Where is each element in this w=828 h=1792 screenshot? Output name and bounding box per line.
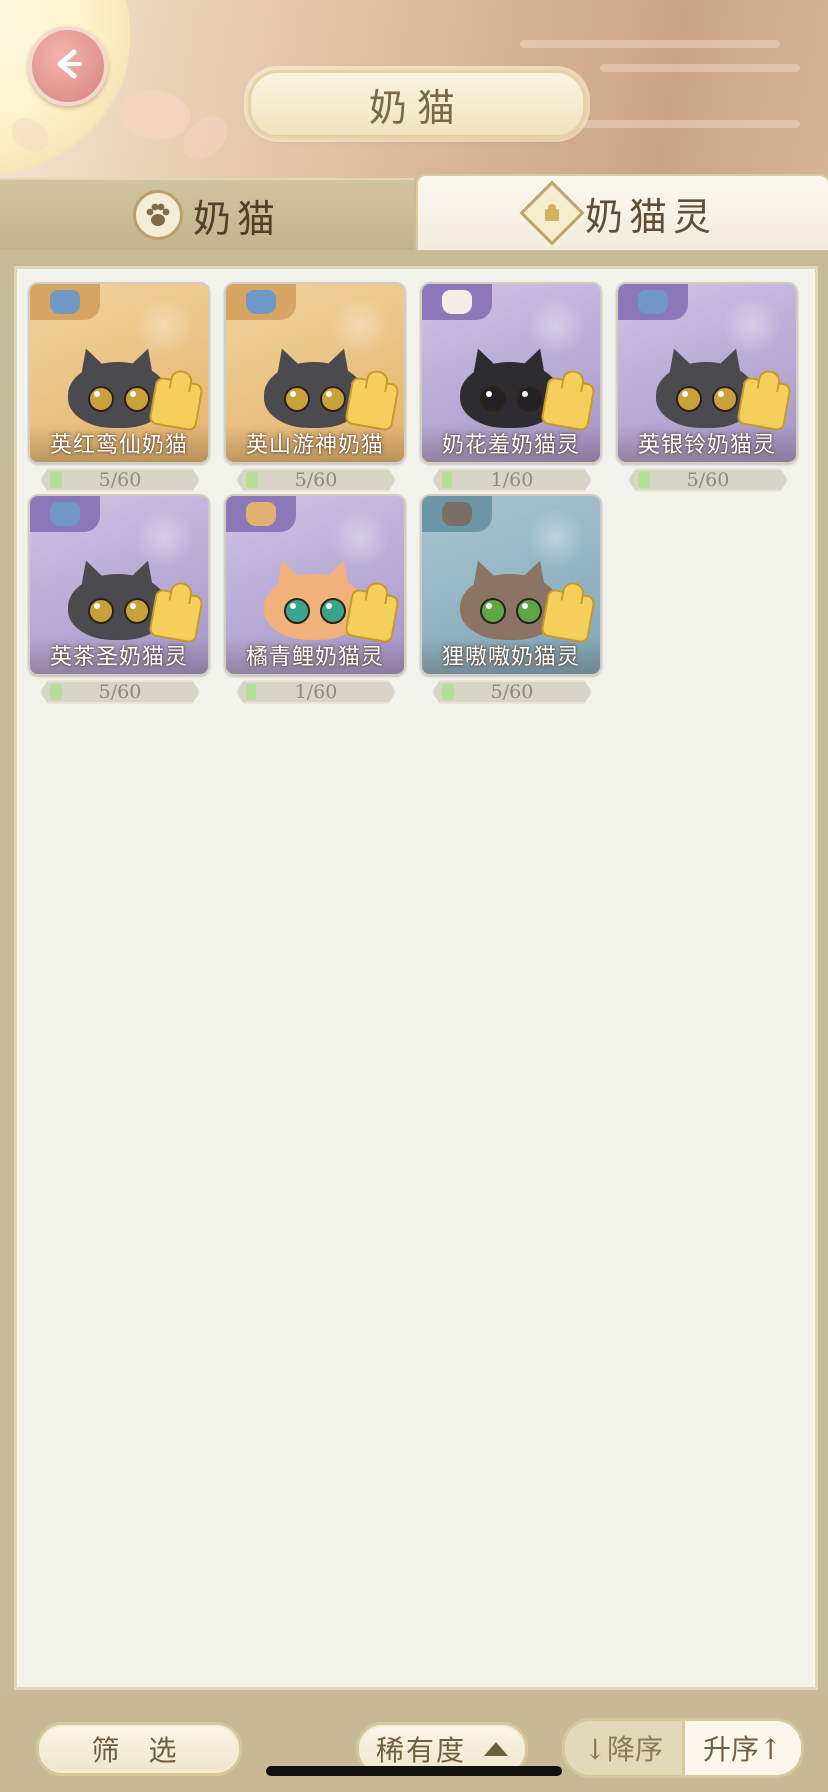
cat-card[interactable]: 英红鸾仙奶猫 5/60 xyxy=(28,282,210,492)
streak-decoration xyxy=(600,64,800,72)
cat-name: 橘青鲤奶猫灵 xyxy=(226,636,404,674)
tab-label: 奶猫灵 xyxy=(584,194,717,239)
cat-face-icon xyxy=(246,502,276,526)
cat-eye xyxy=(712,386,738,412)
cat-card[interactable]: 英山游神奶猫 5/60 xyxy=(224,282,406,492)
tab-milk-cat[interactable]: 奶猫 xyxy=(0,178,414,250)
cat-name: 英茶圣奶猫灵 xyxy=(30,636,208,674)
cat-eye xyxy=(480,386,506,412)
sort-order-toggle: ↓降序 升序↑ xyxy=(562,1718,804,1778)
progress-text: 5/60 xyxy=(490,681,534,703)
rarity-flag xyxy=(422,496,492,532)
tab-label: 奶猫 xyxy=(192,196,281,241)
cat-name: 奶花羞奶猫灵 xyxy=(422,424,600,462)
cat-card-tile: 英茶圣奶猫灵 xyxy=(28,494,210,676)
rarity-flag xyxy=(226,284,296,320)
cat-eye xyxy=(480,598,506,624)
sort-descending-button[interactable]: ↓降序 xyxy=(565,1721,682,1775)
shard-progress-bar: 1/60 xyxy=(236,680,396,704)
triangle-up-icon xyxy=(484,1742,508,1756)
shard-progress-bar: 5/60 xyxy=(40,680,200,704)
rarity-flag xyxy=(618,284,688,320)
progress-text: 5/60 xyxy=(98,469,142,491)
cat-name: 英银铃奶猫灵 xyxy=(618,424,796,462)
cat-eye xyxy=(124,598,150,624)
cat-name: 英山游神奶猫 xyxy=(226,424,404,462)
rarity-flag xyxy=(422,284,492,320)
cat-card-tile: 英山游神奶猫 xyxy=(224,282,406,464)
cat-card[interactable]: 奶花羞奶猫灵 1/60 xyxy=(420,282,602,492)
puzzle-diamond-icon xyxy=(519,180,585,246)
cat-card[interactable]: 英银铃奶猫灵 5/60 xyxy=(616,282,798,492)
cat-card[interactable]: 橘青鲤奶猫灵 1/60 xyxy=(224,494,406,704)
cat-name: 狸嗷嗷奶猫灵 xyxy=(422,636,600,674)
progress-text: 1/60 xyxy=(490,469,534,491)
cat-face-icon xyxy=(442,290,472,314)
shard-progress-bar: 5/60 xyxy=(432,680,592,704)
cat-card[interactable]: 英茶圣奶猫灵 5/60 xyxy=(28,494,210,704)
page-title-plate: 奶猫 xyxy=(248,70,586,138)
tab-milk-cat-spirit[interactable]: 奶猫灵 xyxy=(416,174,828,250)
cat-card-tile: 奶花羞奶猫灵 xyxy=(420,282,602,464)
cat-card-tile: 橘青鲤奶猫灵 xyxy=(224,494,406,676)
shard-progress-bar: 5/60 xyxy=(628,468,788,492)
rarity-flag xyxy=(30,496,100,532)
sort-ascending-label: 升序↑ xyxy=(703,1733,783,1766)
cat-eye xyxy=(284,386,310,412)
cat-eye xyxy=(676,386,702,412)
back-button[interactable] xyxy=(28,26,108,106)
filter-button[interactable]: 筛 选 xyxy=(36,1722,242,1776)
cat-card-tile: 英银铃奶猫灵 xyxy=(616,282,798,464)
cat-face-icon xyxy=(638,290,668,314)
streak-decoration xyxy=(560,120,800,128)
sort-descending-label: ↓降序 xyxy=(583,1733,663,1766)
cat-eye xyxy=(88,386,114,412)
cat-eye xyxy=(88,598,114,624)
shard-progress-bar: 1/60 xyxy=(432,468,592,492)
cat-eye xyxy=(516,598,542,624)
rarity-flag xyxy=(30,284,100,320)
paw-icon xyxy=(132,190,183,240)
shard-progress-bar: 5/60 xyxy=(236,468,396,492)
rarity-flag xyxy=(226,496,296,532)
cat-face-icon xyxy=(246,290,276,314)
cat-eye xyxy=(320,598,346,624)
cat-eye xyxy=(320,386,346,412)
back-arrow-icon xyxy=(48,44,88,88)
cat-name: 英红鸾仙奶猫 xyxy=(30,424,208,462)
sort-ascending-button[interactable]: 升序↑ xyxy=(681,1721,801,1775)
cat-eye xyxy=(124,386,150,412)
cat-eye xyxy=(516,386,542,412)
progress-text: 5/60 xyxy=(98,681,142,703)
progress-text: 5/60 xyxy=(686,469,730,491)
progress-text: 5/60 xyxy=(294,469,338,491)
progress-text: 1/60 xyxy=(294,681,338,703)
cat-eye xyxy=(284,598,310,624)
filter-label: 筛 选 xyxy=(91,1734,187,1767)
cat-card-tile: 狸嗷嗷奶猫灵 xyxy=(420,494,602,676)
cat-card[interactable]: 狸嗷嗷奶猫灵 5/60 xyxy=(420,494,602,704)
cat-face-icon xyxy=(442,502,472,526)
cat-face-icon xyxy=(50,290,80,314)
sort-field-label: 稀有度 xyxy=(375,1734,466,1767)
page-title: 奶猫 xyxy=(368,85,465,130)
cat-face-icon xyxy=(50,502,80,526)
home-indicator xyxy=(266,1766,562,1776)
cat-card-tile: 英红鸾仙奶猫 xyxy=(28,282,210,464)
shard-progress-bar: 5/60 xyxy=(40,468,200,492)
streak-decoration xyxy=(520,40,780,48)
